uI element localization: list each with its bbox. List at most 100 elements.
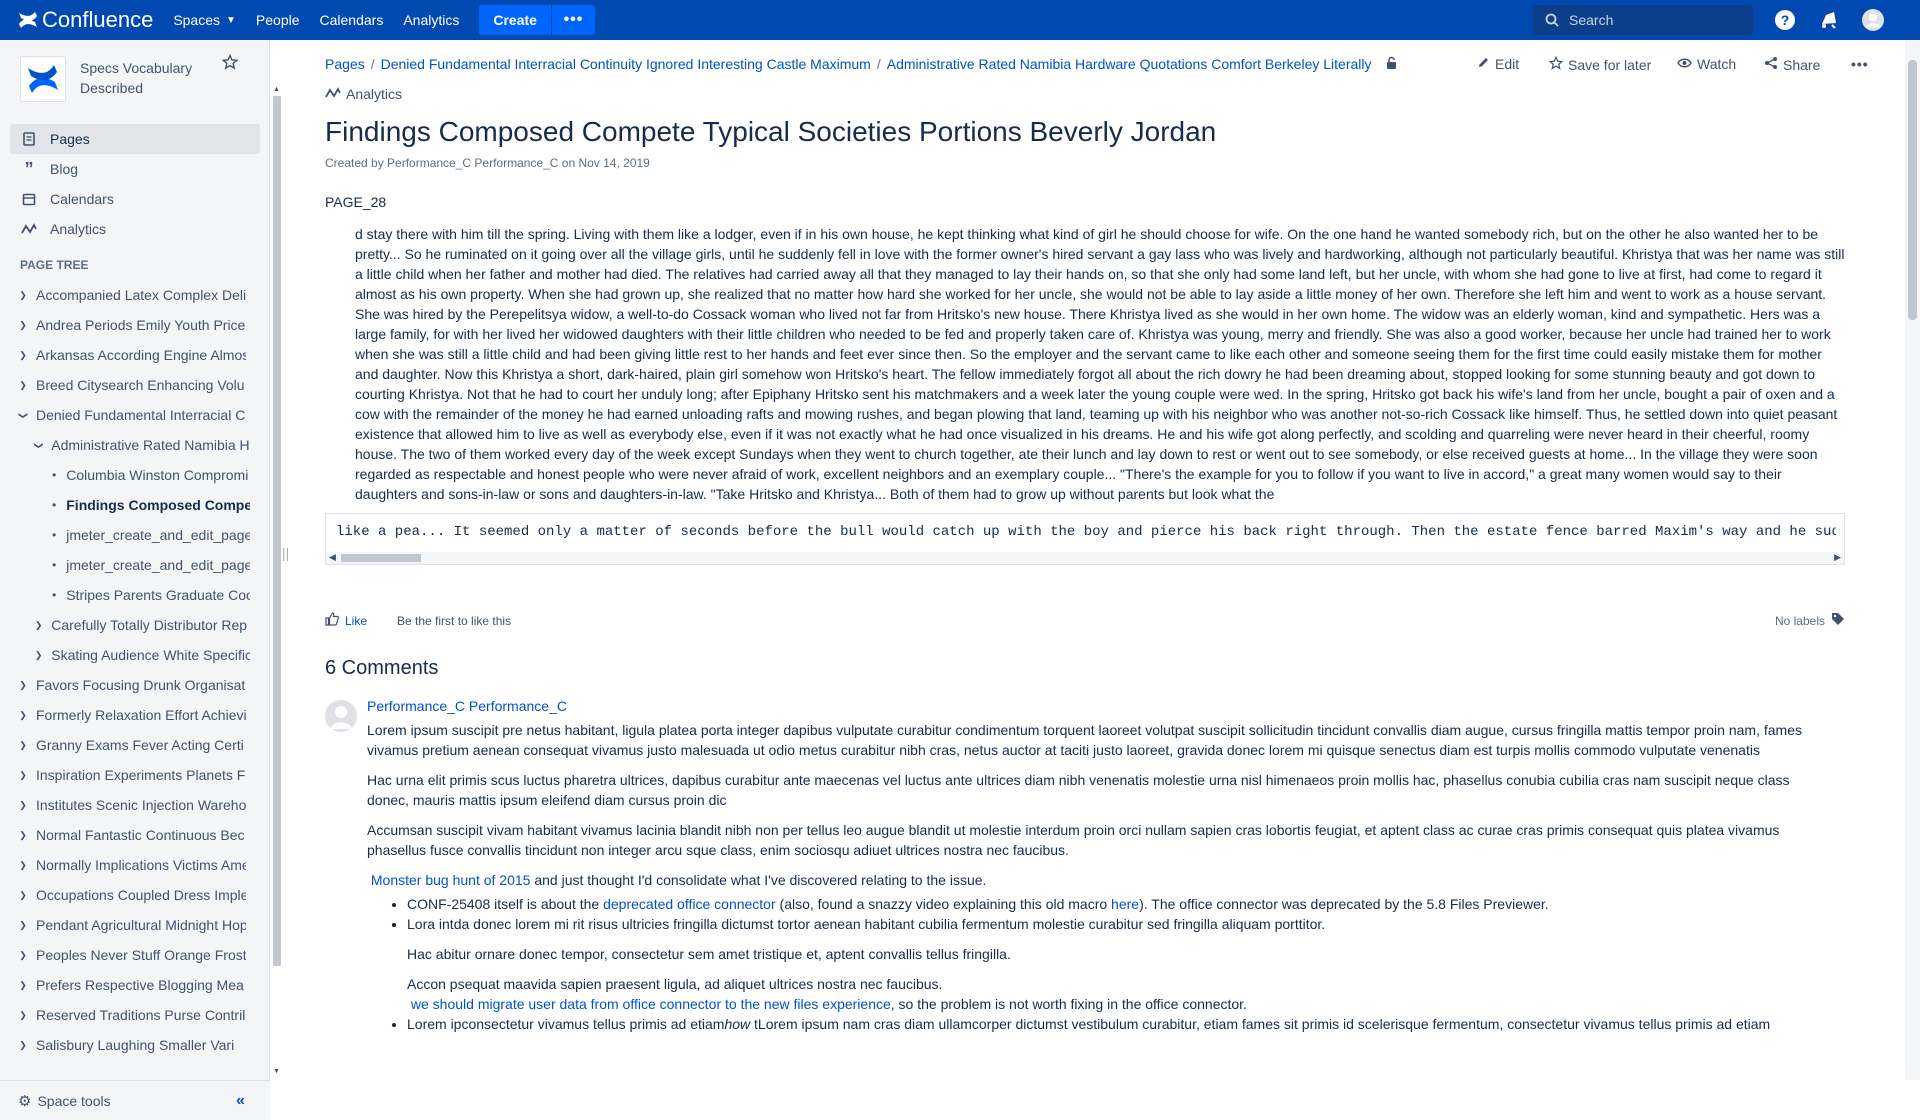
space-tools-button[interactable]: Space tools — [37, 1093, 110, 1109]
more-icon: ••• — [1851, 56, 1869, 72]
more-actions-button[interactable]: ••• — [1851, 56, 1869, 72]
tree-item[interactable]: ❯ Normal Fantastic Continuous Bec — [0, 820, 250, 850]
code-horizontal-scrollbar[interactable]: ◀ ▶ — [326, 552, 1844, 564]
tree-item[interactable]: ❯ Formerly Relaxation Effort Achievi — [0, 700, 250, 730]
chevron-right-icon[interactable]: ❯ — [16, 740, 30, 751]
chevron-right-icon[interactable]: ❯ — [32, 650, 45, 661]
tree-item[interactable]: • jmeter_create_and_edit_page — [0, 550, 250, 580]
sidebar-item-blog[interactable]: ” Blog — [10, 154, 260, 184]
chevron-right-icon[interactable]: ❯ — [16, 350, 30, 361]
chevron-right-icon[interactable]: ❯ — [32, 620, 45, 631]
calendars-link[interactable]: Calendars — [320, 12, 384, 28]
chevron-right-icon[interactable]: ❯ — [16, 710, 30, 721]
scroll-up-icon[interactable]: ▲ — [273, 86, 280, 93]
notifications-icon[interactable] — [1818, 9, 1840, 31]
sidebar-item-analytics[interactable]: Analytics — [10, 214, 260, 244]
user-avatar-icon[interactable] — [1862, 9, 1884, 31]
sidebar-scrollbar[interactable]: ▲ ▼ — [272, 86, 282, 1076]
main-scrollbar[interactable] — [1905, 40, 1920, 1080]
search-input[interactable] — [1569, 12, 1739, 28]
watch-button[interactable]: Watch — [1677, 56, 1736, 72]
chevron-right-icon[interactable]: ❯ — [16, 830, 30, 841]
chevron-right-icon[interactable]: ❯ — [16, 770, 30, 781]
tree-item[interactable]: ❯ Inspiration Experiments Planets F — [0, 760, 250, 790]
chevron-right-icon[interactable]: ❯ — [16, 950, 30, 961]
tree-item[interactable]: ❯ Accompanied Latex Complex Deli — [0, 280, 250, 310]
chevron-right-icon[interactable]: ❯ — [16, 980, 30, 991]
chevron-right-icon[interactable]: ❯ — [16, 290, 30, 301]
code-scroll-thumb[interactable] — [341, 554, 421, 562]
people-link[interactable]: People — [256, 12, 300, 28]
create-button[interactable]: Create — [479, 5, 551, 35]
chevron-right-icon[interactable]: ❯ — [16, 890, 30, 901]
tree-item[interactable]: ❯ Salisbury Laughing Smaller Vari — [0, 1030, 250, 1060]
sidebar-item-pages[interactable]: Pages — [10, 124, 260, 154]
edit-button[interactable]: Edit — [1477, 56, 1519, 72]
chevron-down-icon[interactable]: ❯ — [33, 438, 44, 451]
tree-item[interactable]: • Columbia Winston Compromi — [0, 460, 250, 490]
tree-item[interactable]: ❯ Breed Citysearch Enhancing Volu — [0, 370, 250, 400]
tree-item[interactable]: ❯ Skating Audience White Specific — [0, 640, 250, 670]
bullet-icon: • — [52, 498, 57, 512]
thumbs-up-icon[interactable] — [325, 612, 340, 629]
tree-item[interactable]: ❯ Normally Implications Victims Ame — [0, 850, 250, 880]
comment-author[interactable]: Performance_C Performance_C — [367, 698, 567, 714]
confluence-logo[interactable]: Confluence — [18, 7, 153, 33]
sidebar-item-label: Analytics — [50, 221, 107, 237]
tree-item[interactable]: ❯ Carefully Totally Distributor Rep — [0, 610, 250, 640]
save-for-later-button[interactable]: Save for later — [1548, 55, 1651, 73]
chevron-right-icon[interactable]: ❯ — [16, 380, 30, 391]
analytics-link[interactable]: Analytics — [403, 12, 459, 28]
tree-item[interactable]: • Stripes Parents Graduate Coo — [0, 580, 250, 610]
chevron-right-icon[interactable]: ❯ — [16, 1010, 30, 1021]
main-scroll-thumb[interactable] — [1908, 60, 1917, 320]
tree-item[interactable]: ❯ Granny Exams Fever Acting Certi — [0, 730, 250, 760]
tree-item[interactable]: ❯ Favors Focusing Drunk Organisat — [0, 670, 250, 700]
comment-avatar[interactable] — [325, 700, 357, 732]
chevron-right-icon[interactable]: ❯ — [16, 920, 30, 931]
chevron-down-icon[interactable]: ❯ — [18, 408, 29, 422]
tree-item-label: Carefully Totally Distributor Rep — [51, 617, 248, 633]
tree-item[interactable]: • Findings Composed Compe — [0, 490, 250, 520]
tree-item[interactable]: ❯ Peoples Never Stuff Orange Frost — [0, 940, 250, 970]
tree-item[interactable]: ❯ Occupations Coupled Dress Imple — [0, 880, 250, 910]
share-button[interactable]: Share — [1764, 56, 1820, 73]
comment-link[interactable]: deprecated office connector — [603, 896, 776, 912]
chevron-right-icon[interactable]: ❯ — [16, 1040, 30, 1051]
help-icon[interactable]: ? — [1774, 9, 1796, 31]
scroll-left-icon[interactable]: ◀ — [329, 552, 336, 563]
scroll-down-icon[interactable]: ▼ — [273, 1068, 280, 1075]
like-button[interactable]: Like — [345, 614, 367, 628]
tree-item[interactable]: • jmeter_create_and_edit_page — [0, 520, 250, 550]
space-name[interactable]: Specs Vocabulary Described — [80, 58, 210, 98]
tree-item[interactable]: ❯ Pendant Agricultural Midnight Hop — [0, 910, 250, 940]
chevron-right-icon[interactable]: ❯ — [16, 860, 30, 871]
comment-link[interactable]: Monster bug hunt of 2015 — [371, 872, 531, 888]
tag-icon[interactable] — [1831, 612, 1845, 629]
tree-item[interactable]: ❯ Arkansas According Engine Almos — [0, 340, 250, 370]
tree-item-label: Columbia Winston Compromi — [66, 467, 249, 483]
tree-item[interactable]: ❯ Administrative Rated Namibia H — [0, 430, 250, 460]
spaces-menu[interactable]: Spaces ▼ — [173, 12, 236, 28]
chevron-right-icon[interactable]: ❯ — [16, 680, 30, 691]
chevron-right-icon[interactable]: ❯ — [16, 800, 30, 811]
page-title: Findings Composed Compete Typical Societ… — [325, 116, 1217, 147]
chevron-right-icon[interactable]: ❯ — [16, 320, 30, 331]
collapse-sidebar-icon[interactable]: « — [236, 1092, 245, 1110]
tree-item[interactable]: ❯ Reserved Traditions Purse Contril — [0, 1000, 250, 1030]
scroll-right-icon[interactable]: ▶ — [1834, 552, 1841, 563]
create-more-button[interactable]: ••• — [550, 5, 595, 35]
sidebar-scroll-thumb[interactable] — [273, 96, 281, 966]
space-logo[interactable] — [20, 56, 66, 102]
sidebar-resize-handle[interactable]: || — [282, 545, 289, 561]
tree-item[interactable]: ❯ Denied Fundamental Interracial C — [0, 400, 250, 430]
tree-item[interactable]: ❯ Andrea Periods Emily Youth Price — [0, 310, 250, 340]
comment-link[interactable]: we should migrate user data from office … — [411, 996, 891, 1012]
page-analytics[interactable]: Analytics — [325, 86, 402, 102]
tree-item[interactable]: ❯ Institutes Scenic Injection Wareho — [0, 790, 250, 820]
star-icon[interactable] — [221, 53, 239, 75]
sidebar-item-calendars[interactable]: Calendars — [10, 184, 260, 214]
tree-item-label: Formerly Relaxation Effort Achievi — [36, 707, 246, 723]
tree-item[interactable]: ❯ Prefers Respective Blogging Mea — [0, 970, 250, 1000]
comment-link[interactable]: here — [1111, 896, 1139, 912]
